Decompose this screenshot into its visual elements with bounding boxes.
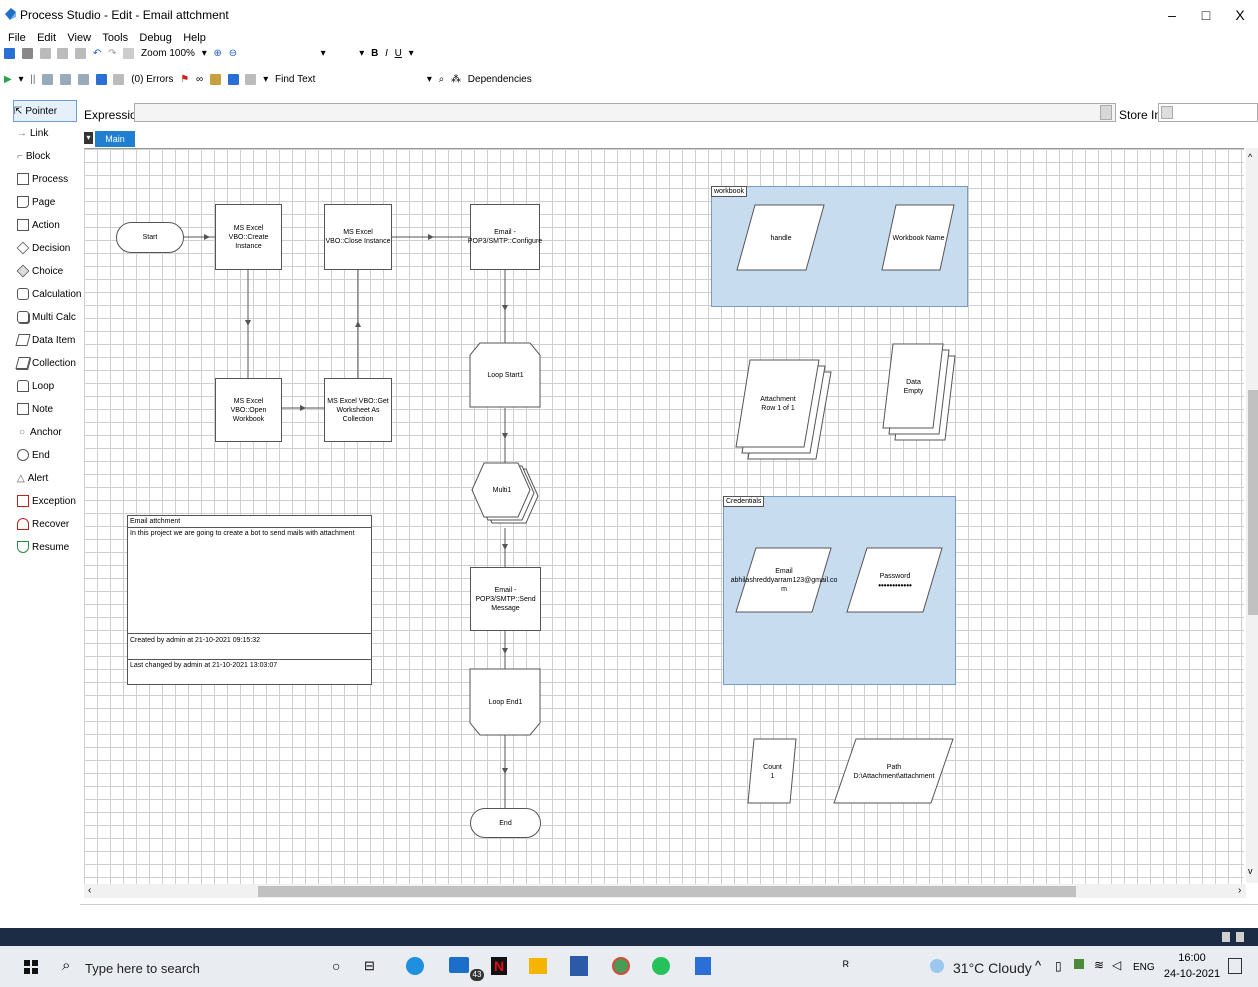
count-value: 1: [770, 772, 775, 780]
battery-icon[interactable]: ▯: [1055, 959, 1062, 973]
workbook-block-title: workbook: [711, 186, 747, 197]
search-icon: ⌕: [62, 957, 71, 974]
mail-badge: 43: [470, 969, 484, 981]
cortana-icon[interactable]: ○: [332, 958, 340, 974]
blueprism-icon[interactable]: [695, 957, 711, 975]
chrome-icon[interactable]: [612, 957, 630, 975]
create-instance-action[interactable]: MS Excel VBO::Create Instance: [215, 204, 282, 270]
task-view-icon[interactable]: ⊟: [364, 958, 375, 974]
volume-icon[interactable]: ◁: [1112, 958, 1121, 972]
prime-video-icon[interactable]: [570, 956, 588, 976]
open-workbook-action[interactable]: MS Excel VBO::Open Workbook: [215, 378, 282, 442]
email-data-text: Email abhilashreddyarram123@gmail.com: [720, 548, 848, 613]
loop-start-label: Loop Start1: [487, 372, 524, 379]
show-hidden-icons-icon[interactable]: ^: [1035, 958, 1041, 973]
configure-action[interactable]: Email - POP3/SMTP::Configure: [468, 204, 542, 270]
path-value: D:\Attachment\attachment: [853, 772, 935, 780]
clock-date[interactable]: 24-10-2021: [1160, 968, 1224, 980]
weather-icon[interactable]: [930, 959, 944, 973]
path-data-text: Path D:\Attachment\attachment: [834, 739, 954, 804]
notifications-icon[interactable]: [1228, 958, 1242, 974]
note-divider: [128, 659, 371, 660]
scroll-left-icon[interactable]: ‹: [88, 885, 91, 896]
netflix-icon[interactable]: N: [491, 957, 507, 975]
arrow-icon: [502, 305, 508, 311]
language-indicator[interactable]: ENG: [1133, 962, 1155, 973]
note-body: In this project we are going to create a…: [130, 530, 355, 537]
mail-icon[interactable]: [449, 957, 469, 973]
edge-icon[interactable]: [406, 957, 424, 975]
scroll-right-icon[interactable]: ›: [1238, 885, 1241, 896]
data-value: Empty: [903, 387, 924, 395]
password-value: ••••••••••••: [878, 580, 912, 590]
app-tray-icon[interactable]: [1222, 932, 1230, 942]
loop-end-label: Loop End1: [488, 699, 523, 706]
data-label: Data: [906, 378, 921, 386]
start-node[interactable]: Start: [116, 222, 184, 253]
scroll-up-icon[interactable]: ^: [1248, 152, 1252, 162]
handle-label: handle: [770, 234, 792, 242]
path-label: Path: [886, 763, 902, 771]
app-tray-icon[interactable]: [1236, 932, 1244, 942]
note-changed: Last changed by admin at 21-10-2021 13:0…: [130, 662, 278, 669]
end-node[interactable]: End: [470, 808, 541, 838]
arrow-icon: [355, 321, 361, 327]
people-icon[interactable]: ᴿ: [843, 958, 849, 973]
process-note[interactable]: Email attchment In this project we are g…: [127, 515, 372, 685]
windows-taskbar: ⌕ Type here to search ○ ⊟ 43 N ᴿ 31°C Cl…: [0, 946, 1258, 987]
attachment-collection-text: Attachment Row 1 of 1: [736, 360, 820, 448]
windows-start-icon[interactable]: [24, 960, 38, 974]
arrow-icon: [204, 234, 210, 240]
workbook-name-label: Workbook Name: [892, 234, 945, 242]
note-created: Created by admin at 21-10-2021 09:15:32: [130, 637, 260, 644]
count-label: Count: [763, 763, 782, 771]
connectors: [180, 234, 508, 808]
close-instance-action[interactable]: MS Excel VBO::Close Instance: [324, 204, 392, 270]
taskbar-strip: [0, 928, 1258, 946]
horizontal-scroll-thumb[interactable]: [258, 886, 1076, 897]
password-label: Password: [879, 572, 911, 580]
arrow-icon: [502, 648, 508, 654]
data-collection-text: Data Empty: [883, 344, 944, 429]
wifi-icon[interactable]: ≋: [1094, 958, 1104, 972]
file-explorer-icon[interactable]: [529, 958, 547, 974]
get-worksheet-action[interactable]: MS Excel VBO::Get Worksheet As Collectio…: [324, 378, 392, 442]
email-value: abhilashreddyarram123@gmail.com: [730, 577, 838, 593]
note-divider: [128, 527, 371, 528]
weather-text[interactable]: 31°C Cloudy: [953, 960, 1032, 976]
taskbar-search-input[interactable]: Type here to search: [85, 961, 200, 976]
arrow-icon: [502, 433, 508, 439]
attachment-label: Attachment: [760, 396, 796, 403]
multi-calc-label: Multi1: [492, 486, 512, 494]
email-label: Email: [775, 568, 793, 575]
status-bar: [80, 904, 1258, 927]
arrow-icon: [428, 234, 434, 240]
send-message-action[interactable]: Email - POP3/SMTP::Send Message: [470, 567, 541, 631]
credentials-block-title: Credentials: [723, 496, 765, 507]
note-title: Email attchment: [130, 518, 181, 525]
app-tray-icon[interactable]: [1074, 959, 1084, 969]
arrow-icon: [502, 544, 508, 550]
arrow-icon: [300, 405, 306, 411]
password-data-text: Password ••••••••••••: [847, 548, 943, 613]
count-data-text: Count 1: [748, 739, 797, 804]
attachment-value: Row 1 of 1: [761, 405, 795, 412]
vertical-scroll-thumb[interactable]: [1248, 390, 1258, 615]
clock-time[interactable]: 16:00: [1162, 952, 1222, 964]
whatsapp-icon[interactable]: [652, 957, 670, 975]
arrow-icon: [245, 320, 251, 326]
scroll-down-icon[interactable]: v: [1248, 866, 1253, 876]
note-divider: [128, 633, 371, 634]
arrow-icon: [502, 768, 508, 774]
